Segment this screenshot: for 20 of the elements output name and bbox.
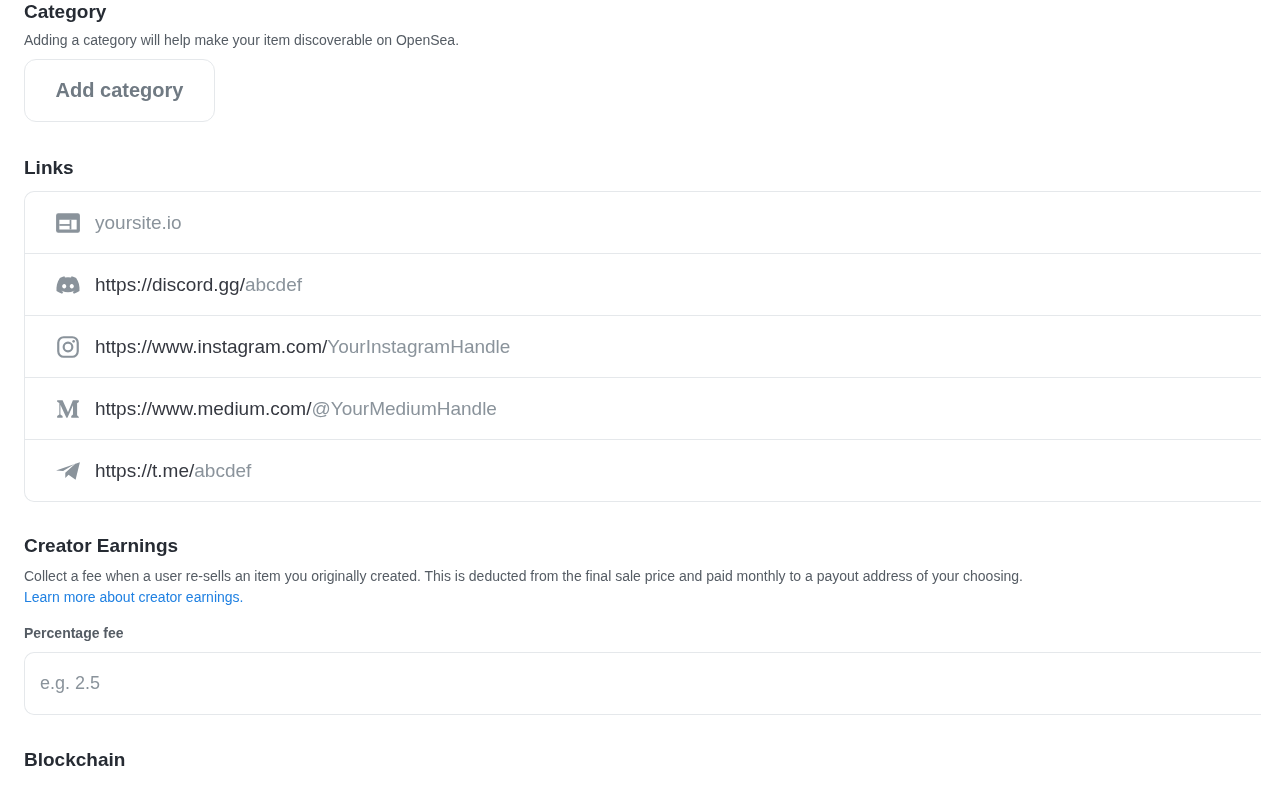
section-heading: Creator Earnings	[24, 535, 179, 557]
field-label: Percentage fee	[24, 625, 124, 641]
url-prefix: https://discord.gg/	[95, 273, 245, 296]
section-description: Adding a category will help make your item discoverable on OpenSea.	[24, 32, 460, 48]
link-input[interactable]: YourInstagramHandle	[327, 335, 1261, 358]
section-heading: Category	[24, 1, 107, 23]
section-heading: Blockchain	[24, 749, 126, 771]
instagram-icon	[55, 333, 81, 360]
url-prefix: https://www.instagram.com/	[95, 335, 328, 358]
section-heading: Links	[24, 157, 74, 179]
add-category-button[interactable]: Add category	[24, 59, 215, 122]
percentage-input[interactable]: e.g. 2.5	[24, 652, 1261, 715]
learn-more-link[interactable]: Learn more about creator earnings.	[24, 589, 244, 605]
section-description: Collect a fee when a user re-sells an item you originally created. This is deducted from the final sale price and paid monthly to a payout address of your choosing.	[24, 568, 1023, 584]
link-input[interactable]: @YourMediumHandle	[311, 397, 1261, 420]
url-prefix: https://www.medium.com/	[95, 397, 312, 420]
link-input[interactable]: yoursite.io	[95, 211, 1261, 234]
link-input[interactable]: abcdef	[194, 459, 1261, 482]
link-input[interactable]: abcdef	[244, 273, 1261, 296]
url-prefix: https://t.me/	[95, 459, 195, 482]
